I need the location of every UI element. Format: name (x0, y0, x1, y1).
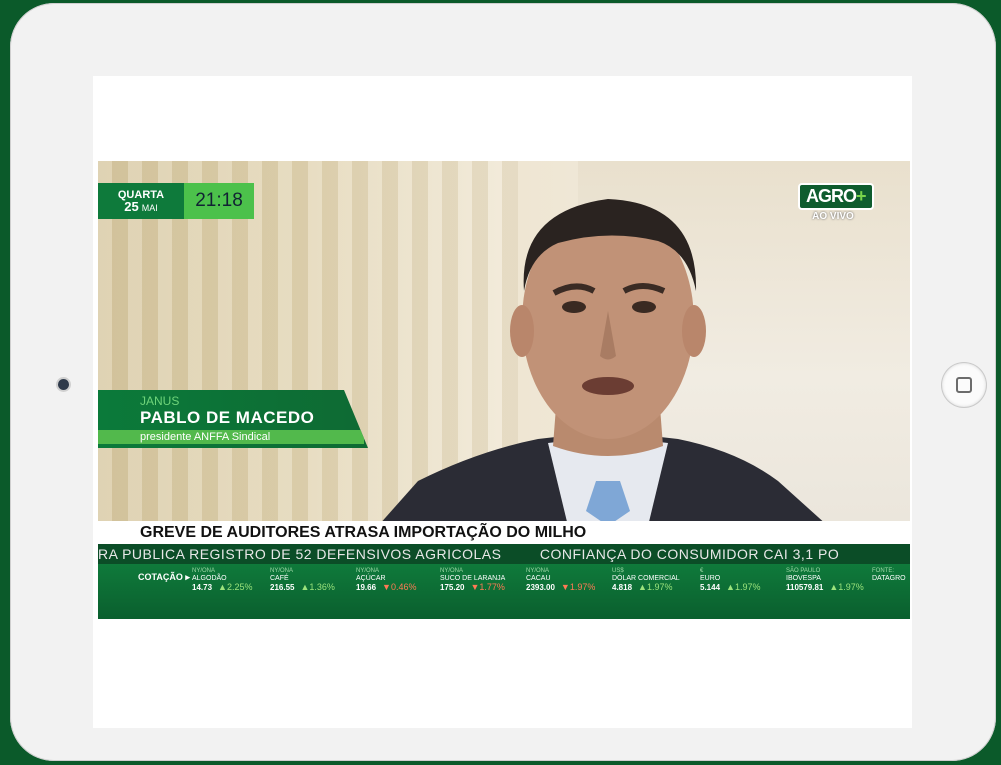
news-crawl: RA PUBLICA REGISTRO DE 52 DEFENSIVOS AGR… (98, 544, 910, 564)
quote-item: NY/ONA ALGODÃO 14.73 ▲2.25% (192, 568, 253, 592)
crawl-item: CONFIANÇA DO CONSUMIDOR CAI 3,1 PO (539, 546, 840, 562)
quote-item: NY/ONA CACAU 2393.00 ▼1.97% (526, 568, 596, 592)
headline-bar: GREVE DE AUDITORES ATRASA IMPORTAÇÃO DO … (98, 521, 910, 544)
camera-icon (58, 379, 69, 390)
company-label: JANUS (140, 394, 180, 408)
home-square-icon (956, 377, 972, 393)
lower-third: JANUS PABLO DE MACEDO presidente ANFFA S… (98, 390, 368, 448)
guest-role: presidente ANFFA Sindical (98, 430, 364, 444)
quotes-label: COTAÇÃO ▸ (138, 572, 190, 582)
quote-item: US$ DÓLAR COMERCIAL 4.818 ▲1.97% (612, 568, 680, 592)
logo-brand: AGRO+ (798, 183, 874, 210)
quote-item: € EURO 5.144 ▲1.97% (700, 568, 761, 592)
quote-item: NY/ONA AÇÚCAR 19.66 ▼0.46% (356, 568, 417, 592)
quote-item: NY/ONA CAFÉ 216.55 ▲1.36% (270, 568, 335, 592)
quote-item: NY/ONA SUCO DE LARANJA 175.20 ▼1.77% (440, 568, 506, 592)
live-indicator: AO VIVO (812, 211, 854, 222)
quote-item: FONTE: DATAGRO (872, 568, 906, 582)
quote-item: SÃO PAULO IBOVESPA 110579.81 ▲1.97% (786, 568, 864, 592)
presenter-image (378, 199, 828, 526)
date-box: QUARTA 25 MAI (98, 183, 184, 219)
day-label: 25 (124, 198, 139, 214)
crawl-item: RA PUBLICA REGISTRO DE 52 DEFENSIVOS AGR… (98, 546, 502, 562)
guest-name: PABLO DE MACEDO (140, 408, 315, 427)
logo-plus-icon: + (856, 186, 866, 206)
home-button[interactable] (942, 363, 986, 407)
time-label: 21:18 (184, 183, 254, 219)
quotes-bar: COTAÇÃO ▸ NY/ONA ALGODÃO 14.73 ▲2.25% NY/ON… (98, 564, 910, 619)
month-label: MAI (141, 202, 158, 213)
clock-badge: QUARTA 25 MAI 21:18 (98, 183, 254, 219)
channel-logo: AGRO+ AO VIVO (798, 183, 874, 222)
